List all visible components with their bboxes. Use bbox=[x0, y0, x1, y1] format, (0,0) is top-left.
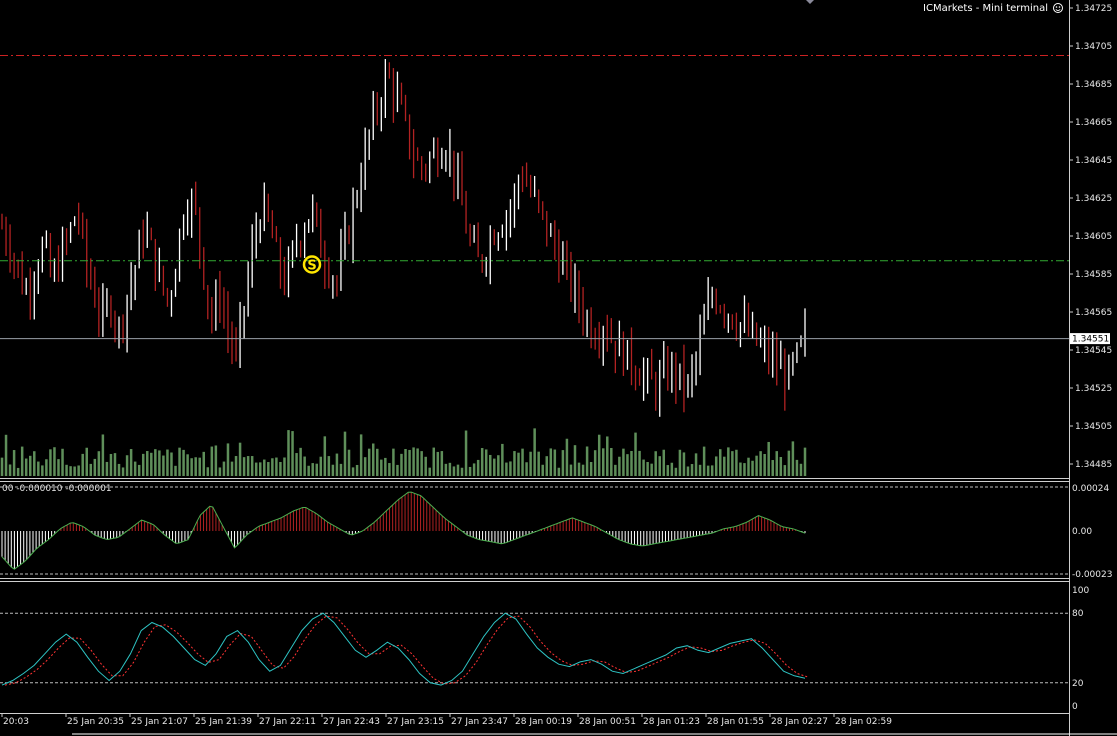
time-tick-label: 28 Jan 02:27 bbox=[771, 717, 828, 727]
window-title: ICMarkets - Mini terminal bbox=[923, 3, 1048, 14]
current-price-tag: 1.34551 bbox=[1070, 333, 1110, 345]
price-tick-label: 1.34685 bbox=[1075, 80, 1112, 90]
price-tick-label: 1.34585 bbox=[1075, 270, 1112, 280]
time-tick-label: 28 Jan 00:19 bbox=[515, 717, 572, 727]
stochastic-tick-label: 20 bbox=[1072, 679, 1084, 689]
price-chart[interactable]: 1.34725 1.34705 1.34685 1.34665 1.34645 1.346… bbox=[0, 0, 1117, 736]
stochastic-tick-label: 100 bbox=[1072, 586, 1089, 596]
price-tick-label: 1.34705 bbox=[1075, 42, 1112, 52]
stochastic-tick-label: 80 bbox=[1072, 609, 1084, 619]
price-tick-label: 1.34525 bbox=[1075, 384, 1112, 394]
signal-marker-label: S bbox=[307, 259, 316, 274]
time-tick-label: 28 Jan 01:55 bbox=[707, 717, 764, 727]
time-tick-label: 25 Jan 21:07 bbox=[131, 717, 188, 727]
time-tick-label: 20:03 bbox=[3, 717, 29, 727]
price-tick-label: 1.34725 bbox=[1075, 4, 1112, 14]
price-tick-label: 1.34625 bbox=[1075, 194, 1112, 204]
time-tick-label: 28 Jan 01:23 bbox=[643, 717, 700, 727]
oscillator-tick-label: 0.00 bbox=[1072, 527, 1092, 537]
time-tick-label: 27 Jan 23:47 bbox=[451, 717, 508, 727]
current-price-label: 1.34551 bbox=[1072, 335, 1109, 345]
oscillator-tick-label: 0.00024 bbox=[1072, 484, 1109, 494]
time-tick-label: 27 Jan 23:15 bbox=[387, 717, 444, 727]
oscillator-tick-label: -0.00023 bbox=[1072, 570, 1112, 580]
price-tick-label: 1.34605 bbox=[1075, 232, 1112, 242]
time-tick-label: 28 Jan 02:59 bbox=[835, 717, 892, 727]
price-tick-label: 1.34505 bbox=[1075, 422, 1112, 432]
oscillator-header: 00 -0.000010 -0.000001 bbox=[2, 484, 112, 494]
price-tick-label: 1.34665 bbox=[1075, 118, 1112, 128]
time-tick-label: 25 Jan 21:39 bbox=[195, 717, 252, 727]
time-tick-label: 27 Jan 22:43 bbox=[323, 717, 380, 727]
price-tick-label: 1.34565 bbox=[1075, 308, 1112, 318]
stochastic-tick-label: 0 bbox=[1072, 702, 1078, 712]
time-tick-label: 28 Jan 00:51 bbox=[579, 717, 636, 727]
time-tick-label: 27 Jan 22:11 bbox=[259, 717, 316, 727]
time-tick-label: 25 Jan 20:35 bbox=[67, 717, 124, 727]
price-tick-label: 1.34645 bbox=[1075, 156, 1112, 166]
price-tick-label: 1.34485 bbox=[1075, 460, 1112, 470]
price-tick-label: 1.34545 bbox=[1075, 346, 1112, 356]
